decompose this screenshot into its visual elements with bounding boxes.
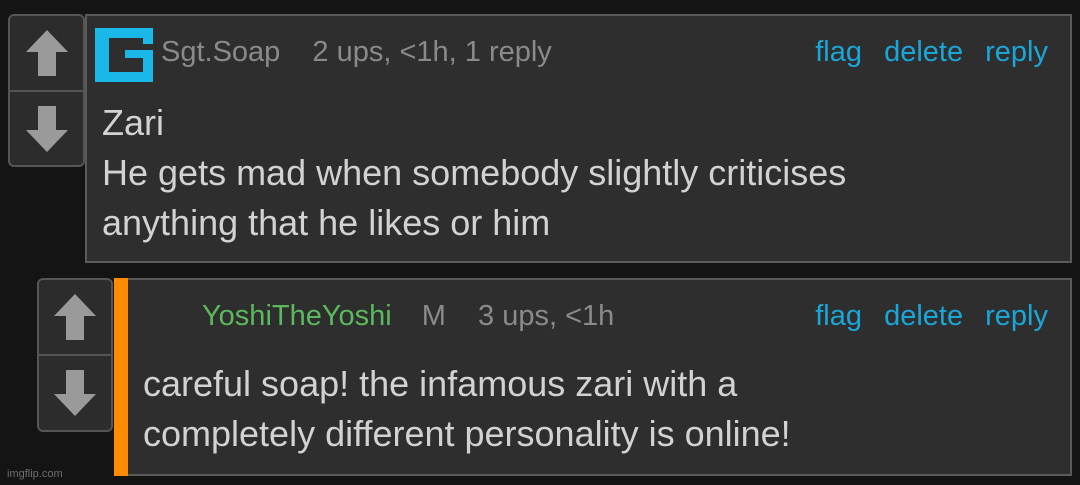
username-link[interactable]: Sgt.Soap <box>161 36 280 68</box>
comment-header: YoshiTheYoshi M 3 ups, <1h <box>202 300 614 333</box>
comment: YoshiTheYoshi M 3 ups, <1h flag delete r… <box>128 278 1072 476</box>
comment-body: Zari He gets mad when somebody slightly … <box>102 98 846 248</box>
comment-body: careful soap! the infamous zari with a c… <box>143 359 791 459</box>
comment-actions: flag delete reply <box>801 300 1048 333</box>
avatar[interactable] <box>95 28 153 82</box>
flag-link[interactable]: flag <box>815 300 862 332</box>
vote-column <box>8 14 85 167</box>
comment-line: He gets mad when somebody slightly criti… <box>102 152 847 193</box>
reply-link[interactable]: reply <box>985 300 1048 332</box>
username-link[interactable]: YoshiTheYoshi <box>202 300 392 332</box>
upvote-button[interactable] <box>39 280 111 354</box>
delete-link[interactable]: delete <box>884 36 963 68</box>
comment-line: anything that he likes or him <box>102 202 551 243</box>
arrow-down-icon <box>25 105 68 152</box>
upvote-button[interactable] <box>10 16 83 90</box>
comment-line: careful soap! the infamous zari with a <box>143 363 738 404</box>
comment-header: Sgt.Soap 2 ups, <1h, 1 reply <box>161 36 552 69</box>
reply-link[interactable]: reply <box>985 36 1048 68</box>
comment-meta: 3 ups, <1h <box>478 300 615 332</box>
vote-column <box>37 278 113 432</box>
downvote-button[interactable] <box>10 92 83 165</box>
arrow-up-icon <box>25 30 68 76</box>
comment-line: Zari <box>102 102 164 143</box>
flag-link[interactable]: flag <box>815 36 862 68</box>
comment: Sgt.Soap 2 ups, <1h, 1 reply flag delete… <box>85 14 1072 263</box>
mod-badge: M <box>421 300 446 332</box>
watermark: imgflip.com <box>7 468 63 480</box>
delete-link[interactable]: delete <box>884 300 963 332</box>
pixel-logo-icon <box>95 28 153 82</box>
comment-meta: 2 ups, <1h, 1 reply <box>312 36 552 68</box>
comment-line: completely different personality is onli… <box>143 413 791 454</box>
arrow-down-icon <box>54 370 96 416</box>
comment-actions: flag delete reply <box>801 36 1048 69</box>
reply-accent-bar <box>114 278 129 476</box>
downvote-button[interactable] <box>39 356 111 430</box>
arrow-up-icon <box>54 294 96 340</box>
